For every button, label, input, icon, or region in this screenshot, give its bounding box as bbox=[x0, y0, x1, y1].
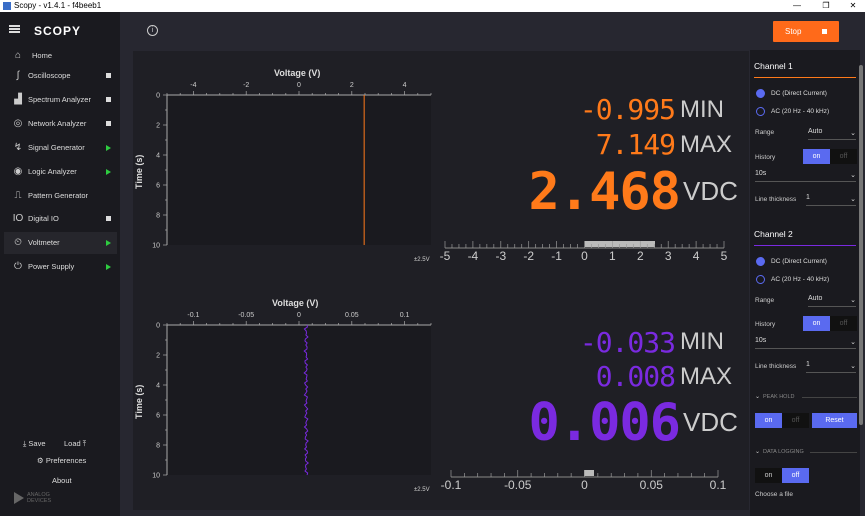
scale-label: 0.05 bbox=[640, 478, 664, 492]
reset-button[interactable]: Reset bbox=[812, 413, 857, 428]
scale-label: 0 bbox=[581, 478, 588, 492]
toggle-off: off bbox=[782, 413, 809, 428]
toggle-on: on bbox=[803, 316, 830, 331]
channel1-history-toggle[interactable]: on off bbox=[803, 149, 857, 164]
chevron-down-icon: ⌄ bbox=[850, 339, 856, 346]
channel1-settings-title: Channel 1 bbox=[754, 61, 793, 71]
channel2-ac-label: AC (20 Hz - 40 kHz) bbox=[771, 276, 830, 283]
channel2-thickness-label: Line thickness bbox=[755, 363, 797, 370]
scale-label: -0.05 bbox=[504, 478, 532, 492]
settings-scrollbar[interactable] bbox=[859, 65, 863, 425]
channel1-ac-label: AC (20 Hz - 40 kHz) bbox=[771, 108, 830, 115]
dropdown-underline bbox=[755, 348, 856, 349]
channel2-history-toggle[interactable]: on off bbox=[803, 316, 857, 331]
channel1-range-dropdown[interactable]: Auto ⌄ bbox=[808, 128, 856, 137]
channel2-ac-radio[interactable] bbox=[756, 275, 765, 284]
channel1-ac-radio[interactable] bbox=[756, 107, 765, 116]
toggle-on: on bbox=[803, 149, 830, 164]
section-divider bbox=[802, 397, 857, 398]
section-divider bbox=[810, 452, 857, 453]
channel2-dc-label: DC (Direct Current) bbox=[771, 258, 827, 265]
dropdown-underline bbox=[806, 372, 856, 373]
dropdown-underline bbox=[806, 205, 856, 206]
channel2-range-dropdown[interactable]: Auto ⌄ bbox=[808, 295, 856, 304]
channel2-history-label: History bbox=[755, 321, 776, 328]
data-logging-section-title: DATA LOGGING bbox=[763, 449, 804, 455]
dropdown-underline bbox=[808, 306, 856, 307]
scale-label: 0.1 bbox=[710, 478, 727, 492]
channel1-dc-label: DC (Direct Current) bbox=[771, 90, 827, 97]
data-logging-chevron-icon[interactable]: ⌄ bbox=[755, 448, 760, 455]
channel2-scale: -0.1 -0.05 0 0.05 0.1 bbox=[441, 470, 727, 492]
toggle-off: off bbox=[830, 149, 857, 164]
chevron-down-icon: ⌄ bbox=[850, 297, 856, 304]
chevron-down-icon: ⌄ bbox=[850, 172, 856, 179]
dropdown-underline bbox=[755, 181, 856, 182]
channel2-history-dropdown[interactable]: 10s ⌄ bbox=[755, 337, 856, 346]
peak-hold-chevron-icon[interactable]: ⌄ bbox=[755, 393, 760, 400]
toggle-off: off bbox=[782, 468, 809, 483]
dropdown-underline bbox=[808, 139, 856, 140]
channel2-thickness-dropdown[interactable]: 1 ⌄ bbox=[806, 361, 856, 370]
channel2-range-label: Range bbox=[755, 297, 775, 304]
channel1-history-dropdown[interactable]: 10s ⌄ bbox=[755, 170, 856, 179]
peak-hold-toggle[interactable]: on off bbox=[755, 413, 809, 428]
channel2-settings-title: Channel 2 bbox=[754, 229, 793, 239]
settings-panel bbox=[750, 50, 860, 516]
choose-file-link[interactable]: Choose a file bbox=[755, 491, 793, 498]
channel1-thickness-label: Line thickness bbox=[755, 196, 797, 203]
chevron-down-icon: ⌄ bbox=[850, 196, 856, 203]
channel1-history-label: History bbox=[755, 154, 776, 161]
scale-label: -0.1 bbox=[441, 478, 462, 492]
chevron-down-icon: ⌄ bbox=[850, 363, 856, 370]
channel1-thickness-dropdown[interactable]: 1 ⌄ bbox=[806, 194, 856, 203]
channel1-dc-radio[interactable] bbox=[756, 89, 765, 98]
chevron-down-icon: ⌄ bbox=[850, 130, 856, 137]
channel2-divider bbox=[754, 245, 856, 246]
toggle-on: on bbox=[755, 413, 782, 428]
channel2-dc-radio[interactable] bbox=[756, 257, 765, 266]
channel1-divider bbox=[754, 77, 856, 78]
channel1-range-label: Range bbox=[755, 129, 775, 136]
data-logging-toggle[interactable]: on off bbox=[755, 468, 809, 483]
toggle-on: on bbox=[755, 468, 782, 483]
toggle-off: off bbox=[830, 316, 857, 331]
peak-hold-section-title: PEAK HOLD bbox=[763, 394, 795, 400]
